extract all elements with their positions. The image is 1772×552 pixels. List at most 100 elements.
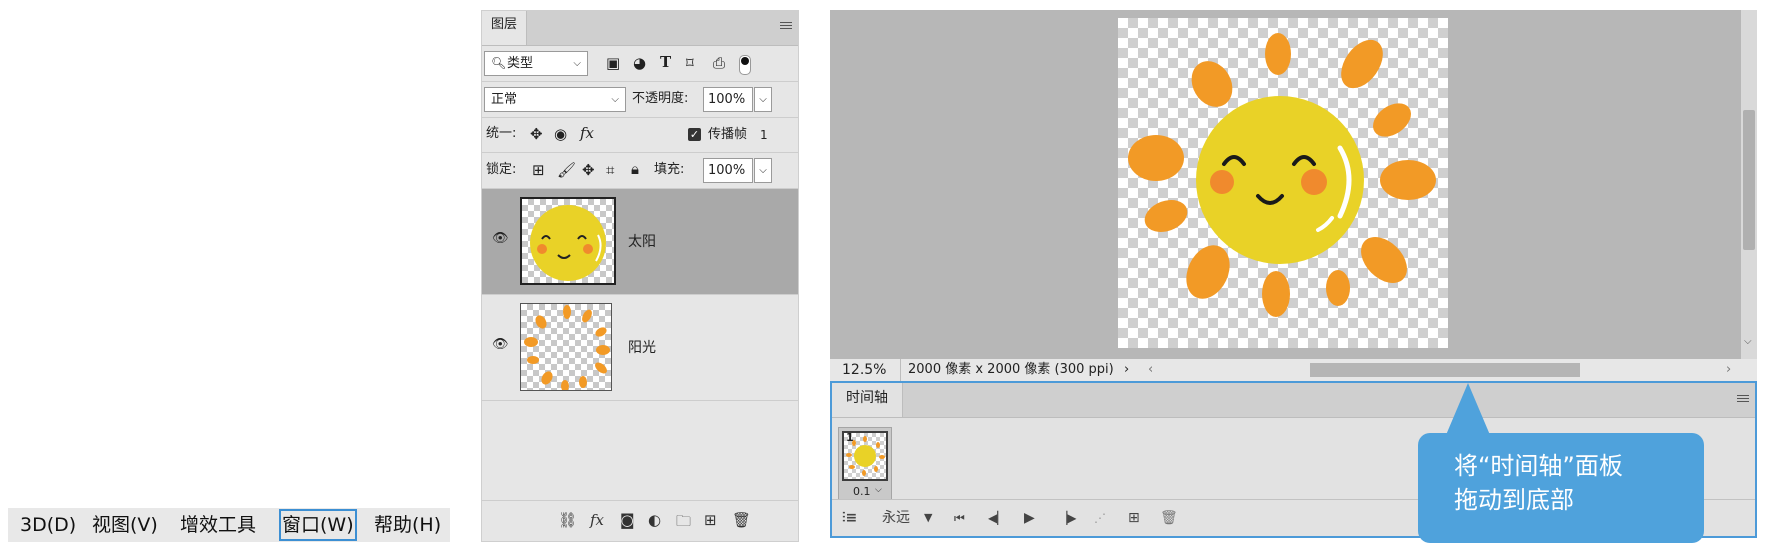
divider [900, 359, 901, 381]
chevron-down-icon[interactable]: ⌵ [875, 485, 882, 495]
new-group-icon[interactable]: 🗀︎ [676, 511, 691, 536]
chevron-right-icon[interactable]: › [1124, 360, 1129, 380]
duplicate-frame-icon[interactable]: ⊞ [1128, 508, 1140, 528]
tween-icon[interactable]: ⋰ [1094, 508, 1106, 528]
unify-row: 统一: ✥ ◉ fx ✓ 传播帧 1 [482, 118, 798, 153]
chevron-down-icon[interactable]: ⌵ [1744, 336, 1752, 347]
lock-paint-brush-icon[interactable]: 🖌︎ [557, 160, 576, 180]
opacity-dropdown[interactable]: ⌵ [754, 87, 772, 112]
eye-icon[interactable]: 👁︎ [492, 337, 509, 352]
chevron-down-icon: ⌵ [611, 94, 619, 105]
panel-menu-icon[interactable] [780, 22, 792, 32]
menu-window[interactable]: 窗口(W) [279, 509, 357, 541]
blend-mode-select[interactable]: 正常 ⌵ [484, 87, 626, 112]
fill-dropdown[interactable]: ⌵ [754, 158, 772, 183]
menu-help[interactable]: 帮助(H) [374, 508, 441, 542]
lock-label: 锁定: [486, 162, 517, 177]
fill-input[interactable]: 100% [703, 158, 753, 183]
callout-line-2: 拖动到底部 [1454, 486, 1574, 514]
fill-label: 填充: [654, 162, 685, 177]
horizontal-scroll-thumb[interactable] [1310, 363, 1580, 377]
lock-move-icon[interactable]: ✥ [582, 160, 595, 180]
frame-delay[interactable]: 0.1 [853, 485, 871, 498]
animation-frame[interactable]: 1 0.1 ⌵ [838, 427, 892, 503]
scroll-left-icon[interactable]: ‹ [1148, 360, 1153, 380]
unify-visibility-icon[interactable]: ◉ [554, 124, 567, 144]
lock-row: 锁定: ⊞ 🖌︎ ✥ ⌗ 🔒︎ 填充: 100% ⌵ [482, 153, 798, 189]
shape-filter-icon[interactable]: ⌑ [686, 53, 694, 73]
lock-transparent-icon[interactable]: ⊞ [532, 160, 545, 180]
panel-menu-icon[interactable] [1737, 395, 1749, 405]
eye-icon[interactable]: 👁︎ [492, 231, 509, 246]
filter-toggle-knob [741, 57, 749, 65]
new-adjustment-icon[interactable]: ◐ [648, 511, 661, 529]
layer-row-sunlight[interactable]: 👁︎ 阳光 [482, 295, 798, 401]
loop-select[interactable]: 永远 [882, 508, 910, 528]
loop-dropdown-icon[interactable]: ▼ [924, 508, 932, 528]
blend-row: 正常 ⌵ 不透明度: 100% ⌵ [482, 82, 798, 118]
new-layer-icon[interactable]: ⊞ [704, 511, 717, 529]
blend-mode-value: 正常 [491, 92, 518, 107]
type-filter-icon[interactable]: T [660, 52, 671, 72]
sun-artwork [1128, 33, 1436, 317]
trash-icon[interactable]: 🗑︎ [1160, 508, 1178, 528]
callout-pointer [1446, 383, 1490, 435]
filter-kind-select[interactable]: 🔍︎ 类型 ⌵ [484, 51, 588, 76]
rays-thumbnail [524, 305, 610, 390]
next-frame-icon[interactable]: ▕▶ [1058, 508, 1076, 528]
menu-plugins[interactable]: 增效工具 [180, 508, 256, 542]
chevron-down-icon: ⌵ [759, 165, 767, 176]
layer-filter-row: 🔍︎ 类型 ⌵ ▣ ◕ T ⌑ ⎙ [482, 46, 798, 82]
link-layers-icon[interactable]: ⛓︎ [558, 511, 577, 529]
layer-name-sunlight[interactable]: 阳光 [628, 337, 656, 357]
menu-view[interactable]: 视图(V) [92, 508, 158, 542]
pixel-filter-icon[interactable]: ▣ [606, 53, 620, 73]
trash-icon[interactable]: 🗑︎ [732, 511, 751, 529]
propagate-label: 传播帧 [708, 127, 748, 142]
chevron-down-icon: ⌵ [759, 94, 767, 105]
propagate-value: 1 [760, 128, 768, 142]
filter-kind-label: 类型 [507, 56, 534, 71]
unify-style-icon[interactable]: fx [580, 123, 594, 143]
opacity-label: 不透明度: [632, 91, 689, 106]
lock-artboard-icon[interactable]: ⌗ [606, 160, 614, 180]
sun-face-thumbnail [530, 205, 606, 281]
scroll-right-icon[interactable]: › [1726, 360, 1731, 380]
layers-tabbar: 图层 [482, 11, 798, 46]
layers-panel: 图层 🔍︎ 类型 ⌵ ▣ ◕ T ⌑ ⎙ 正常 ⌵ 不透明度: 100% ⌵ 统… [481, 10, 799, 542]
unify-position-icon[interactable]: ✥ [530, 124, 543, 144]
callout-line-1: 将“时间轴”面板 [1454, 452, 1623, 480]
timeline-tabbar: 时间轴 [832, 383, 1755, 418]
canvas-area: ⌵ [830, 10, 1757, 380]
layer-thumbnail-sunlight [520, 303, 612, 391]
add-mask-icon[interactable]: ◙ [620, 511, 635, 529]
menu-3d[interactable]: 3D(D) [20, 508, 76, 542]
vertical-scroll-thumb[interactable] [1743, 110, 1755, 250]
frame-number: 1 [846, 431, 854, 444]
tab-layers[interactable]: 图层 [482, 11, 527, 45]
menubar: 3D(D) 视图(V) 增效工具 窗口(W) 帮助(H) [8, 508, 450, 542]
chevron-down-icon: ⌵ [573, 58, 581, 69]
lock-all-icon[interactable]: 🔒︎ [631, 159, 639, 179]
document-info[interactable]: 2000 像素 x 2000 像素 (300 ppi) [908, 360, 1114, 380]
smart-object-filter-icon[interactable]: ⎙ [713, 53, 725, 73]
document-canvas[interactable] [1118, 18, 1448, 348]
tab-timeline[interactable]: 时间轴 [832, 383, 903, 417]
previous-frame-icon[interactable]: ◀▏ [988, 508, 1006, 528]
layers-bottom-bar: ⛓︎ fx ◙ ◐ 🗀︎ ⊞ 🗑︎ [482, 500, 798, 541]
layer-name-sun[interactable]: 太阳 [628, 231, 656, 251]
status-bar: 12.5% 2000 像素 x 2000 像素 (300 ppi) › ‹ › [830, 359, 1757, 381]
propagate-checkbox[interactable]: ✓ [688, 128, 701, 141]
filter-toggle[interactable] [739, 55, 751, 75]
zoom-level[interactable]: 12.5% [842, 360, 886, 380]
play-icon[interactable]: ▶ [1024, 508, 1035, 528]
unify-label: 统一: [486, 126, 517, 141]
layer-row-sun[interactable]: 👁︎ 太阳 [482, 189, 798, 295]
first-frame-icon[interactable]: ⏮︎ [954, 508, 965, 528]
convert-timeline-icon[interactable]: ⫶≡ [842, 508, 857, 528]
opacity-input[interactable]: 100% [703, 87, 753, 112]
vertical-scrollbar[interactable]: ⌵ [1741, 10, 1757, 380]
adjustment-filter-icon[interactable]: ◕ [633, 53, 646, 73]
instruction-callout: 将“时间轴”面板 拖动到底部 [1418, 433, 1704, 543]
add-style-icon[interactable]: fx [590, 511, 604, 529]
